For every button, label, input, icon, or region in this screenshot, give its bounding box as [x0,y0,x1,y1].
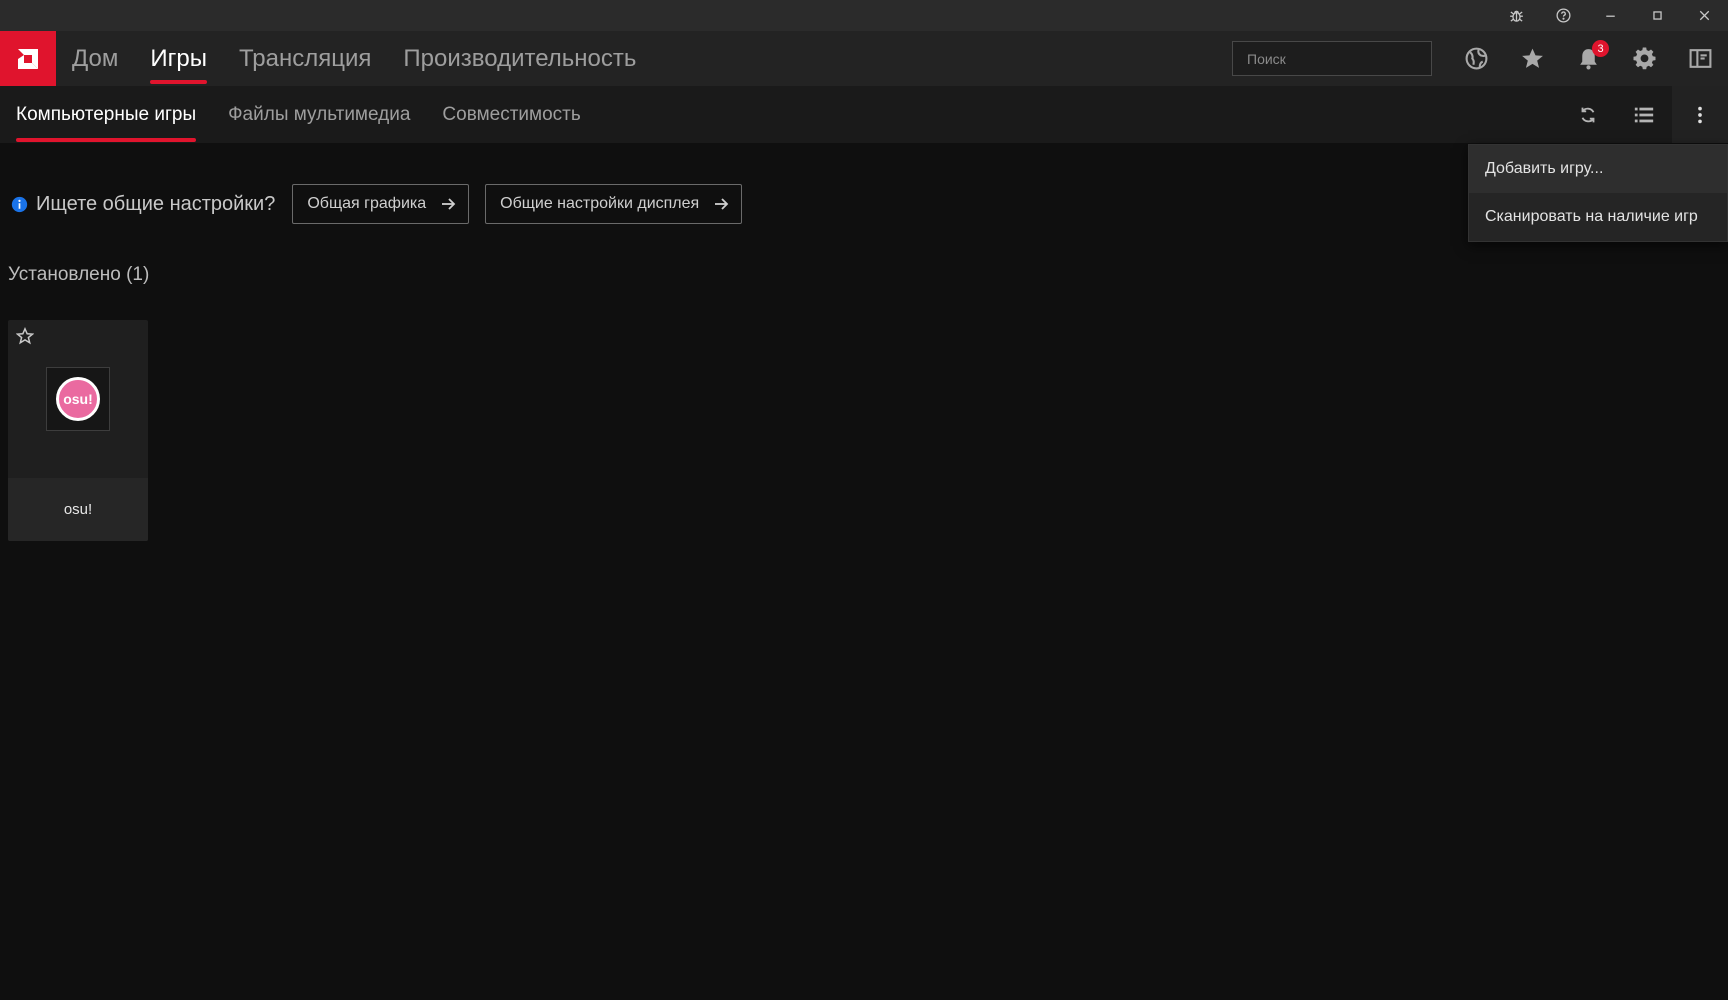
arrow-right-icon [715,198,729,210]
tab-pc-games[interactable]: Компьютерные игры [16,86,197,143]
favorites-button[interactable] [1504,31,1560,86]
settings-button[interactable] [1616,31,1672,86]
sub-nav: Компьютерные игры Файлы мультимедиа Совм… [0,86,1728,143]
search-input[interactable] [1247,50,1428,67]
notification-badge: 3 [1592,40,1609,57]
search-box [1232,41,1432,76]
nav-tab-home[interactable]: Дом [72,31,118,86]
menu-item-scan-games[interactable]: Сканировать на наличие игр [1469,193,1727,241]
nav-tab-streaming[interactable]: Трансляция [239,31,371,86]
refresh-icon [1581,107,1595,122]
favorite-star-icon[interactable] [16,327,34,345]
arrow-right-icon [442,198,456,210]
sidebar-toggle-button[interactable] [1672,31,1728,86]
tab-media-files[interactable]: Файлы мультимедиа [228,86,410,143]
tab-compatibility[interactable]: Совместимость [442,86,580,143]
close-button[interactable] [1681,0,1728,31]
bug-report-button[interactable] [1493,0,1540,31]
more-vertical-icon [1698,106,1702,123]
installed-section-title: Установлено (1) [8,264,150,285]
hint-text: Ищете общие настройки? [36,192,276,215]
nav-tab-performance[interactable]: Производительность [403,31,636,86]
global-display-label: Общие настройки дисплея [500,195,700,212]
sidebar-toggle-icon [1689,49,1711,68]
game-name: osu! [8,478,148,541]
amd-logo-icon [18,48,38,69]
global-graphics-label: Общая графика [307,195,427,212]
global-graphics-button[interactable]: Общая графика [292,184,470,224]
game-card[interactable]: osu! osu! [8,320,148,541]
info-icon [11,196,28,212]
more-options-menu: Добавить игру... Сканировать на наличие … [1468,144,1728,242]
maximize-icon [1653,11,1662,20]
maximize-button[interactable] [1634,0,1681,31]
help-icon [1556,8,1571,23]
help-button[interactable] [1540,0,1587,31]
globe-icon [1465,47,1487,70]
menu-item-add-game[interactable]: Добавить игру... [1469,145,1727,193]
global-settings-hint: Ищете общие настройки? Общая графика Общ… [11,184,758,224]
notifications-button[interactable]: 3 [1560,31,1616,86]
list-view-button[interactable] [1616,86,1672,143]
main-nav: Дом Игры Трансляция Производительность 3 [0,31,1728,86]
web-button[interactable] [1448,31,1504,86]
minimize-icon [1606,15,1615,17]
nav-tab-games[interactable]: Игры [150,31,207,86]
bug-icon [1510,10,1523,22]
list-view-icon [1634,107,1654,122]
refresh-button[interactable] [1560,86,1616,143]
title-bar [0,0,1728,31]
star-icon [1521,48,1543,68]
amd-logo[interactable] [0,31,56,86]
more-options-button[interactable] [1672,86,1728,143]
game-thumbnail: osu! [46,367,110,431]
close-icon [1699,10,1710,21]
global-display-button[interactable]: Общие настройки дисплея [485,184,743,224]
gear-icon [1633,47,1655,70]
osu-logo-icon: osu! [56,377,100,421]
minimize-button[interactable] [1587,0,1634,31]
